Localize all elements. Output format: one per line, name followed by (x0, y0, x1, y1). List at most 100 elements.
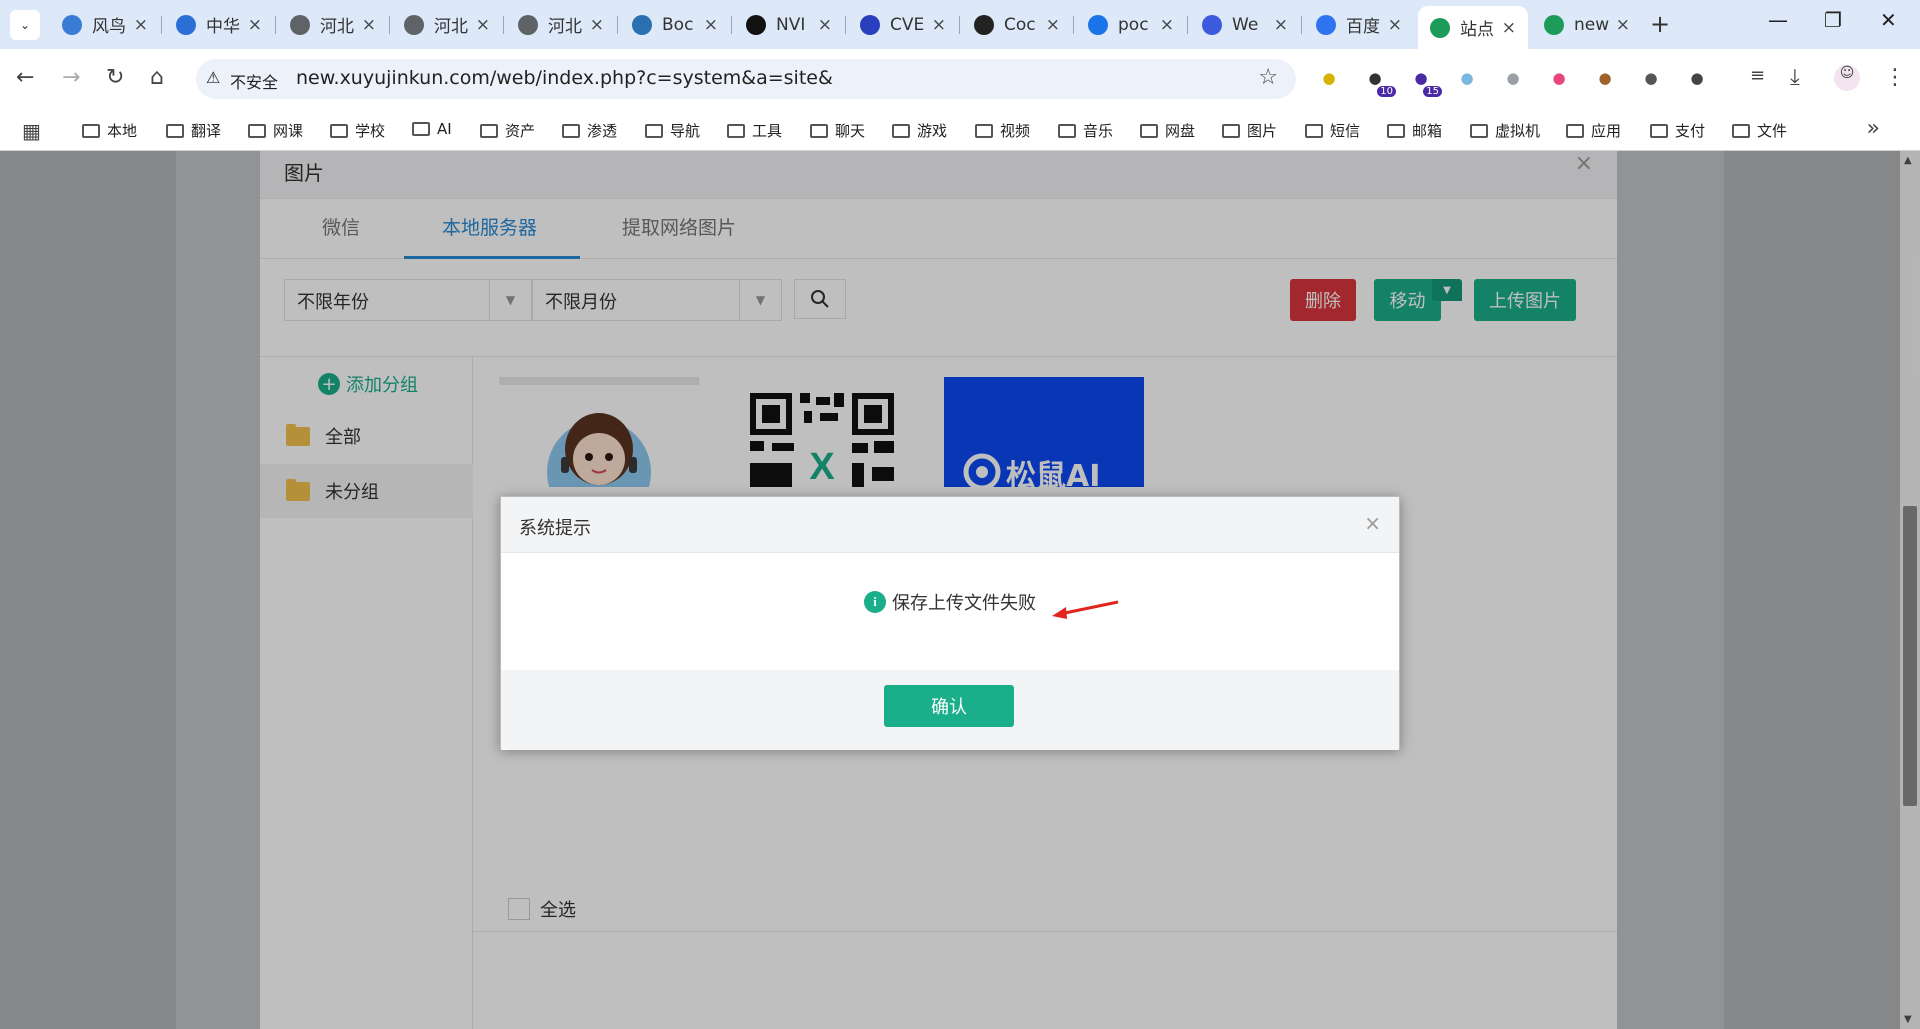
folder-icon (480, 123, 498, 138)
tab-close-icon[interactable]: × (1616, 15, 1630, 35)
tab-close-icon[interactable]: × (1046, 15, 1060, 35)
confirm-button[interactable]: 确认 (884, 685, 1014, 727)
puzzle-icon[interactable]: ● (1684, 65, 1710, 91)
bookmark-folder[interactable]: 工具 (727, 120, 782, 141)
browser-tab[interactable]: new × (1532, 6, 1642, 43)
browser-tab[interactable]: We × (1190, 6, 1300, 43)
bookmark-folder[interactable]: 资产 (480, 120, 535, 141)
bookmark-folder[interactable]: AI (412, 120, 452, 138)
forward-button[interactable]: → (62, 65, 80, 90)
tab-close-icon[interactable]: × (362, 15, 376, 35)
tab-separator (1301, 16, 1302, 34)
browser-tab[interactable]: NVI × (734, 6, 844, 43)
browser-tab[interactable]: poc × (1076, 6, 1186, 43)
back-button[interactable]: ← (16, 65, 34, 90)
bookmark-folder[interactable]: 支付 (1650, 120, 1705, 141)
timer-ext-icon[interactable]: ● 10 (1362, 65, 1396, 97)
figure-ext-icon[interactable]: ● (1454, 65, 1480, 91)
bookmark-folder[interactable]: 虚拟机 (1470, 120, 1540, 141)
apps-grid-icon[interactable]: ▦ (22, 119, 41, 143)
tab-close-icon[interactable]: × (248, 15, 262, 35)
bookmark-folder[interactable]: 短信 (1305, 120, 1360, 141)
profile-avatar[interactable]: ☺ (1834, 65, 1860, 91)
folder-icon (82, 123, 100, 138)
bookmark-folder[interactable]: 网课 (248, 120, 303, 141)
browser-tab[interactable]: 河北 × (506, 6, 616, 43)
red-arrow-annotation-icon (1052, 600, 1119, 619)
browser-tab[interactable]: Coc × (962, 6, 1072, 43)
tab-separator (845, 16, 846, 34)
bookmark-folder[interactable]: 翻译 (166, 120, 221, 141)
restore-button[interactable]: ❐ (1824, 8, 1842, 32)
home-button[interactable]: ⌂ (150, 65, 164, 90)
browser-tab[interactable]: Boc × (620, 6, 730, 43)
browser-tab[interactable]: 百度 × (1304, 6, 1414, 43)
bookmark-label: 网盘 (1165, 122, 1196, 140)
bookmark-folder[interactable]: 渗透 (562, 120, 617, 141)
site-icon (1430, 17, 1450, 38)
tab-separator (161, 16, 162, 34)
bookmark-folder[interactable]: 图片 (1222, 120, 1277, 141)
tab-close-icon[interactable]: × (1160, 15, 1174, 35)
browser-tab[interactable]: 风鸟 × (50, 6, 160, 43)
tab-close-icon[interactable]: × (1502, 18, 1516, 38)
tab-close-icon[interactable]: × (590, 15, 604, 35)
address-bar-row: ← → ↻ ⌂ ⚠ 不安全 new.xuyujinkun.com/web/ind… (0, 49, 1920, 109)
tab-close-icon[interactable]: × (476, 15, 490, 35)
tab-separator (275, 16, 276, 34)
bookmark-folder[interactable]: 游戏 (892, 120, 947, 141)
tab-close-icon[interactable]: × (818, 15, 832, 35)
more-bookmarks-icon[interactable]: » (1867, 116, 1880, 141)
browser-tab[interactable]: 河北 × (392, 6, 502, 43)
tab-search-button[interactable]: ⌄ (10, 10, 40, 40)
minimize-button[interactable]: — (1768, 8, 1788, 32)
tab-close-icon[interactable]: × (932, 15, 946, 35)
media-control-icon[interactable]: ≡ (1750, 65, 1765, 86)
close-window-button[interactable]: ✕ (1880, 8, 1897, 32)
bookmark-folder[interactable]: 文件 (1732, 120, 1787, 141)
tab-separator (1073, 16, 1074, 34)
browser-tab[interactable]: 中华 × (164, 6, 274, 43)
tab-title: 河北 (434, 17, 468, 37)
bars-ext-icon[interactable]: ● (1500, 65, 1526, 91)
close-icon[interactable]: × (1364, 511, 1381, 535)
bookmark-label: 翻译 (191, 122, 222, 140)
github-icon (974, 14, 994, 35)
bookmark-label: AI (437, 120, 452, 138)
tab-close-icon[interactable]: × (134, 15, 148, 35)
bookmark-label: 游戏 (917, 122, 948, 140)
bookmark-folder[interactable]: 音乐 (1058, 120, 1113, 141)
browser-tab[interactable]: CVE × (848, 6, 958, 43)
reload-button[interactable]: ↻ (106, 65, 124, 90)
bookmark-folder[interactable]: 导航 (645, 120, 700, 141)
tab-title: 河北 (548, 17, 582, 37)
browser-tab[interactable]: 站点 × (1418, 6, 1528, 49)
new-tab-button[interactable]: + (1650, 10, 1670, 38)
extension-badge: 10 (1377, 86, 1396, 97)
bookmark-folder[interactable]: 学校 (330, 120, 385, 141)
folder-icon (330, 123, 348, 138)
bookmark-folder[interactable]: 邮箱 (1387, 120, 1442, 141)
bookmark-folder[interactable]: 网盘 (1140, 120, 1195, 141)
bookmark-folder[interactable]: 视频 (975, 120, 1030, 141)
bookmark-folder[interactable]: 本地 (82, 120, 137, 141)
hat-ext-icon[interactable]: ● 15 (1408, 65, 1442, 97)
menu-dots-icon[interactable]: ⋮ (1884, 65, 1906, 90)
download-icon[interactable]: ⤓ (1790, 65, 1800, 90)
cookie-ext-icon[interactable]: ● (1592, 65, 1618, 91)
url-text[interactable]: new.xuyujinkun.com/web/index.php?c=syste… (296, 67, 833, 89)
bookmark-star-icon[interactable]: ☆ (1258, 65, 1278, 90)
folder-icon (1058, 123, 1076, 138)
browser-tab[interactable]: 河北 × (278, 6, 388, 43)
tab-close-icon[interactable]: × (1388, 15, 1402, 35)
tab-close-icon[interactable]: × (1274, 15, 1288, 35)
hat2-ext-icon[interactable]: ● (1638, 65, 1664, 91)
tab-close-icon[interactable]: × (704, 15, 718, 35)
play-icon (1202, 14, 1222, 35)
insecure-label[interactable]: 不安全 (230, 69, 278, 93)
omnibox[interactable]: ⚠ 不安全 new.xuyujinkun.com/web/index.php?c… (196, 59, 1296, 99)
translate-ext-icon[interactable]: ● (1546, 65, 1572, 91)
circle-ext-icon[interactable]: ● (1316, 65, 1342, 91)
bookmark-folder[interactable]: 聊天 (810, 120, 865, 141)
bookmark-folder[interactable]: 应用 (1566, 120, 1621, 141)
